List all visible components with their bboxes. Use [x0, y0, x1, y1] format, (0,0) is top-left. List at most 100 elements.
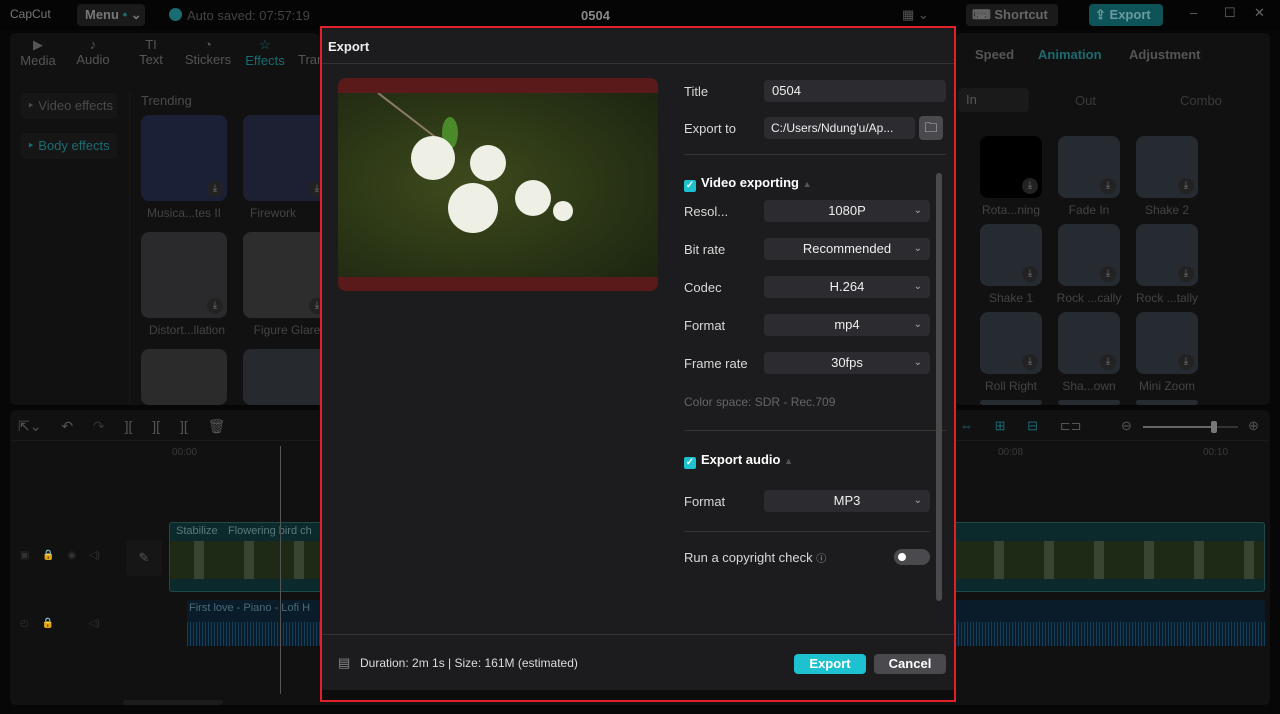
sidebar-item-video-effects[interactable]: ‣ Video effects	[21, 93, 117, 119]
eye-icon[interactable]: ◉	[67, 550, 76, 561]
tab-speed[interactable]: Speed	[975, 47, 1014, 62]
delete-icon[interactable]: 🗑	[208, 418, 226, 434]
download-icon[interactable]: ⤓	[1178, 266, 1194, 282]
tab-stickers[interactable]: ◔ Stickers	[183, 37, 233, 67]
download-icon[interactable]: ⤓	[1100, 266, 1116, 282]
animation-thumb[interactable]: ⤓	[1136, 136, 1198, 198]
animation-thumb[interactable]: ⤓	[980, 136, 1042, 198]
title-input[interactable]: 0504	[764, 80, 946, 102]
export-button[interactable]: Export	[794, 654, 866, 674]
browse-folder-button[interactable]: 🗀	[919, 116, 943, 140]
playhead[interactable]	[280, 446, 281, 694]
sidebar-item-body-effects[interactable]: ‣ Body effects	[21, 133, 117, 159]
copyright-toggle[interactable]	[894, 549, 930, 565]
checkbox-checked-icon[interactable]: ✓	[684, 457, 696, 469]
shortcut-button[interactable]: ⌨ Shortcut	[966, 4, 1058, 26]
animation-thumb[interactable]: ⤓	[1058, 136, 1120, 198]
animation-thumb[interactable]: ⤓	[1058, 224, 1120, 286]
animation-thumb[interactable]	[980, 400, 1042, 405]
effect-thumb[interactable]: ⤓	[141, 232, 227, 318]
undo-icon[interactable]: ↶	[61, 418, 73, 434]
download-icon[interactable]: ⤓	[1022, 354, 1038, 370]
animation-thumb[interactable]: ⤓	[980, 224, 1042, 286]
setting-select[interactable]: mp4 ⌄	[764, 314, 930, 336]
collapse-icon[interactable]: ▲	[784, 456, 793, 466]
media-tabs: ▶ Media ♪ Audio TI Text ◔ Stickers ☆ Effects …	[10, 33, 324, 73]
subtab-out[interactable]: Out	[1075, 93, 1096, 108]
settings-scrollbar[interactable]	[936, 173, 942, 601]
animation-label: Roll Right	[984, 379, 1038, 393]
tab-audio[interactable]: ♪ Audio	[73, 37, 113, 67]
magnet-icon[interactable]: ⊞	[995, 418, 1006, 433]
download-icon[interactable]: ⤓	[1022, 178, 1038, 194]
animation-thumb[interactable]: ⤓	[1058, 312, 1120, 374]
setting-select[interactable]: 30fps ⌄	[764, 352, 930, 374]
effect-thumb[interactable]: ⤓	[243, 232, 329, 318]
split-right-icon[interactable]: ][	[180, 418, 188, 434]
music-icon: ◴	[20, 618, 29, 629]
menu-button[interactable]: Menu • ⌄	[77, 4, 145, 26]
ruler-tick: 00:08	[998, 447, 1024, 458]
zoom-out-icon[interactable]: ⊖	[1121, 418, 1132, 434]
close-icon[interactable]: ✕	[1254, 5, 1265, 21]
effect-thumb[interactable]: ⤓	[243, 115, 329, 201]
download-icon[interactable]: ⤓	[207, 181, 223, 197]
download-icon[interactable]: ⤓	[1178, 354, 1194, 370]
volume-icon[interactable]: ◁)	[89, 550, 100, 561]
export-top-button[interactable]: ⇪ Export	[1089, 4, 1163, 26]
collapse-icon[interactable]: ▲	[803, 179, 812, 189]
animation-thumb[interactable]	[1058, 400, 1120, 405]
download-icon[interactable]: ⤓	[1100, 178, 1116, 194]
tab-animation[interactable]: Animation	[1038, 47, 1102, 62]
subtab-in[interactable]: In	[958, 88, 1029, 112]
volume-icon[interactable]: ◁)	[89, 618, 100, 629]
tab-media[interactable]: ▶ Media	[18, 37, 58, 68]
subtab-combo[interactable]: Combo	[1180, 93, 1222, 108]
lock-icon[interactable]: 🔒	[42, 550, 54, 561]
select-tool-icon[interactable]: ⇱⌄	[18, 418, 41, 434]
download-icon[interactable]: ⤓	[1100, 354, 1116, 370]
folder-icon: 🗀	[924, 120, 938, 135]
layout-icon[interactable]: ▦ ⌄	[902, 7, 929, 23]
effect-thumb[interactable]	[243, 349, 329, 405]
download-icon[interactable]: ⤓	[207, 298, 223, 314]
zoom-in-icon[interactable]: ⊕	[1248, 418, 1259, 434]
setting-select[interactable]: 1080P ⌄	[764, 200, 930, 222]
select-value: 30fps	[831, 355, 863, 370]
redo-icon[interactable]: ↷	[93, 418, 105, 434]
timeline-scrollbar[interactable]	[123, 700, 223, 705]
link-icon[interactable]: ⇔	[960, 418, 973, 433]
animation-thumb[interactable]	[1136, 400, 1198, 405]
toggle-knob	[898, 553, 906, 561]
maximize-icon[interactable]: ☐	[1224, 5, 1236, 21]
animation-thumb[interactable]: ⤓	[1136, 224, 1198, 286]
effect-thumb[interactable]: ⤓	[141, 115, 227, 201]
split-icon[interactable]: ][	[125, 418, 133, 434]
tab-text[interactable]: TI Text	[131, 37, 171, 67]
download-icon[interactable]: ⤓	[1178, 178, 1194, 194]
help-icon[interactable]: ⓘ	[816, 554, 826, 565]
tab-label: Text	[139, 52, 163, 67]
split-preview-icon[interactable]: ⊏⊐	[1060, 418, 1082, 433]
download-icon[interactable]: ⤓	[1022, 266, 1038, 282]
edit-cover-button[interactable]: ✎	[126, 540, 162, 576]
setting-select[interactable]: H.264 ⌄	[764, 276, 930, 298]
tab-adjustment[interactable]: Adjustment	[1129, 47, 1201, 62]
animation-thumb[interactable]: ⤓	[980, 312, 1042, 374]
animation-thumb[interactable]: ⤓	[1136, 312, 1198, 374]
effect-thumb[interactable]	[141, 349, 227, 405]
split-left-icon[interactable]: ][	[152, 418, 160, 434]
zoom-slider[interactable]	[1143, 421, 1238, 433]
tab-effects[interactable]: ☆ Effects	[243, 37, 287, 68]
video-exporting-toggle[interactable]: ✓ Video exporting ▲	[684, 175, 812, 192]
minimize-icon[interactable]: –	[1190, 5, 1197, 20]
checkbox-checked-icon[interactable]: ✓	[684, 180, 696, 192]
cancel-button[interactable]: Cancel	[874, 654, 946, 674]
connect-icon[interactable]: ⊟	[1027, 418, 1038, 433]
export-audio-toggle[interactable]: ✓ Export audio ▲	[684, 452, 793, 469]
audio-format-select[interactable]: MP3 ⌄	[764, 490, 930, 512]
export-path-input[interactable]: C:/Users/Ndung'u/Ap...	[764, 117, 915, 139]
animation-label: Rock ...tally	[1135, 291, 1198, 305]
lock-icon[interactable]: 🔒	[42, 618, 54, 629]
setting-select[interactable]: Recommended ⌄	[764, 238, 930, 260]
